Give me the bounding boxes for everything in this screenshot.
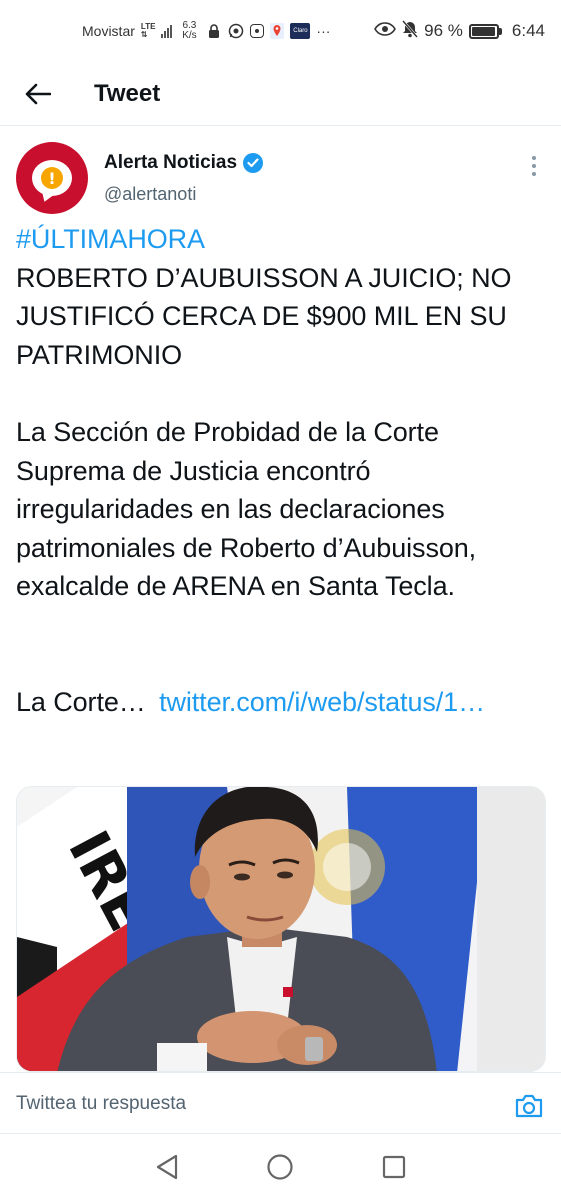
battery-percent: 96 % <box>424 21 463 40</box>
nav-recents-button[interactable] <box>374 1147 414 1187</box>
more-notifications-icon: ··· <box>316 23 331 39</box>
back-button[interactable] <box>0 62 76 126</box>
tweet-status-link[interactable]: twitter.com/i/web/status/1… <box>159 687 485 717</box>
status-bar: Movistar LTE ⇅ 6.3 K/s Claro ··· 96 % 6:… <box>0 0 561 62</box>
tweet-body: La Sección de Probidad de la Corte Supre… <box>16 417 477 601</box>
tweet-image[interactable]: IRE <box>16 786 546 1072</box>
network-speed-unit: K/s <box>182 30 197 41</box>
author-name-text: Alerta Noticias <box>104 152 238 173</box>
hashtag-link[interactable]: #ÚLTIMAHORA <box>16 220 546 259</box>
top-app-bar: Tweet <box>0 62 561 126</box>
lock-icon <box>206 23 222 39</box>
camera-button[interactable] <box>514 1093 544 1119</box>
tweet-text: #ÚLTIMAHORA ROBERTO D’AUBUISSON A JUICIO… <box>16 220 546 374</box>
author-name[interactable]: Alerta Noticias <box>104 152 264 174</box>
back-arrow-icon <box>25 83 51 104</box>
tweet-truncated-text: La Corte… <box>16 687 146 717</box>
claro-app-icon: Claro <box>290 23 311 39</box>
battery-icon <box>468 23 502 39</box>
tweet-truncation: La Corte… twitter.com/i/web/status/1… <box>16 683 536 722</box>
nav-home-button[interactable] <box>260 1147 300 1187</box>
nav-home-icon <box>267 1154 294 1180</box>
author-avatar[interactable]: ! <box>16 142 88 214</box>
signal-icon <box>161 24 173 38</box>
whatsapp-icon <box>228 23 244 39</box>
tweet-photo: IRE <box>17 787 545 1071</box>
page-title: Tweet <box>94 79 161 107</box>
reply-input[interactable]: Twittea tu respuesta <box>16 1093 316 1115</box>
network-type-label: LTE ⇅ <box>141 23 156 39</box>
clock: 6:44 <box>511 21 545 40</box>
message-icon <box>250 24 265 38</box>
tweet-headline: ROBERTO D’AUBUISSON A JUICIO; NO JUSTIFI… <box>16 262 512 370</box>
data-arrows-icon: ⇅ <box>140 30 148 39</box>
verified-badge-icon <box>243 153 264 173</box>
maps-icon <box>270 23 285 39</box>
alert-logo-icon: ! <box>32 160 72 196</box>
author-handle[interactable]: @alertanoti <box>104 184 196 205</box>
status-bar-left: Movistar LTE ⇅ 6.3 K/s Claro ··· <box>82 21 330 41</box>
system-nav-bar <box>0 1134 561 1200</box>
network-speed: 6.3 K/s <box>178 21 200 41</box>
more-options-icon[interactable] <box>524 154 544 178</box>
mute-bell-icon <box>402 19 419 43</box>
nav-back-button[interactable] <box>147 1147 187 1187</box>
nav-back-icon <box>156 1154 177 1180</box>
reply-bar: Twittea tu respuesta <box>0 1072 561 1134</box>
nav-recents-icon <box>383 1155 406 1179</box>
eye-comfort-icon <box>374 21 397 41</box>
carrier-label: Movistar <box>82 23 135 39</box>
camera-icon <box>515 1094 543 1118</box>
status-bar-right: 96 % 6:44 <box>374 19 545 43</box>
